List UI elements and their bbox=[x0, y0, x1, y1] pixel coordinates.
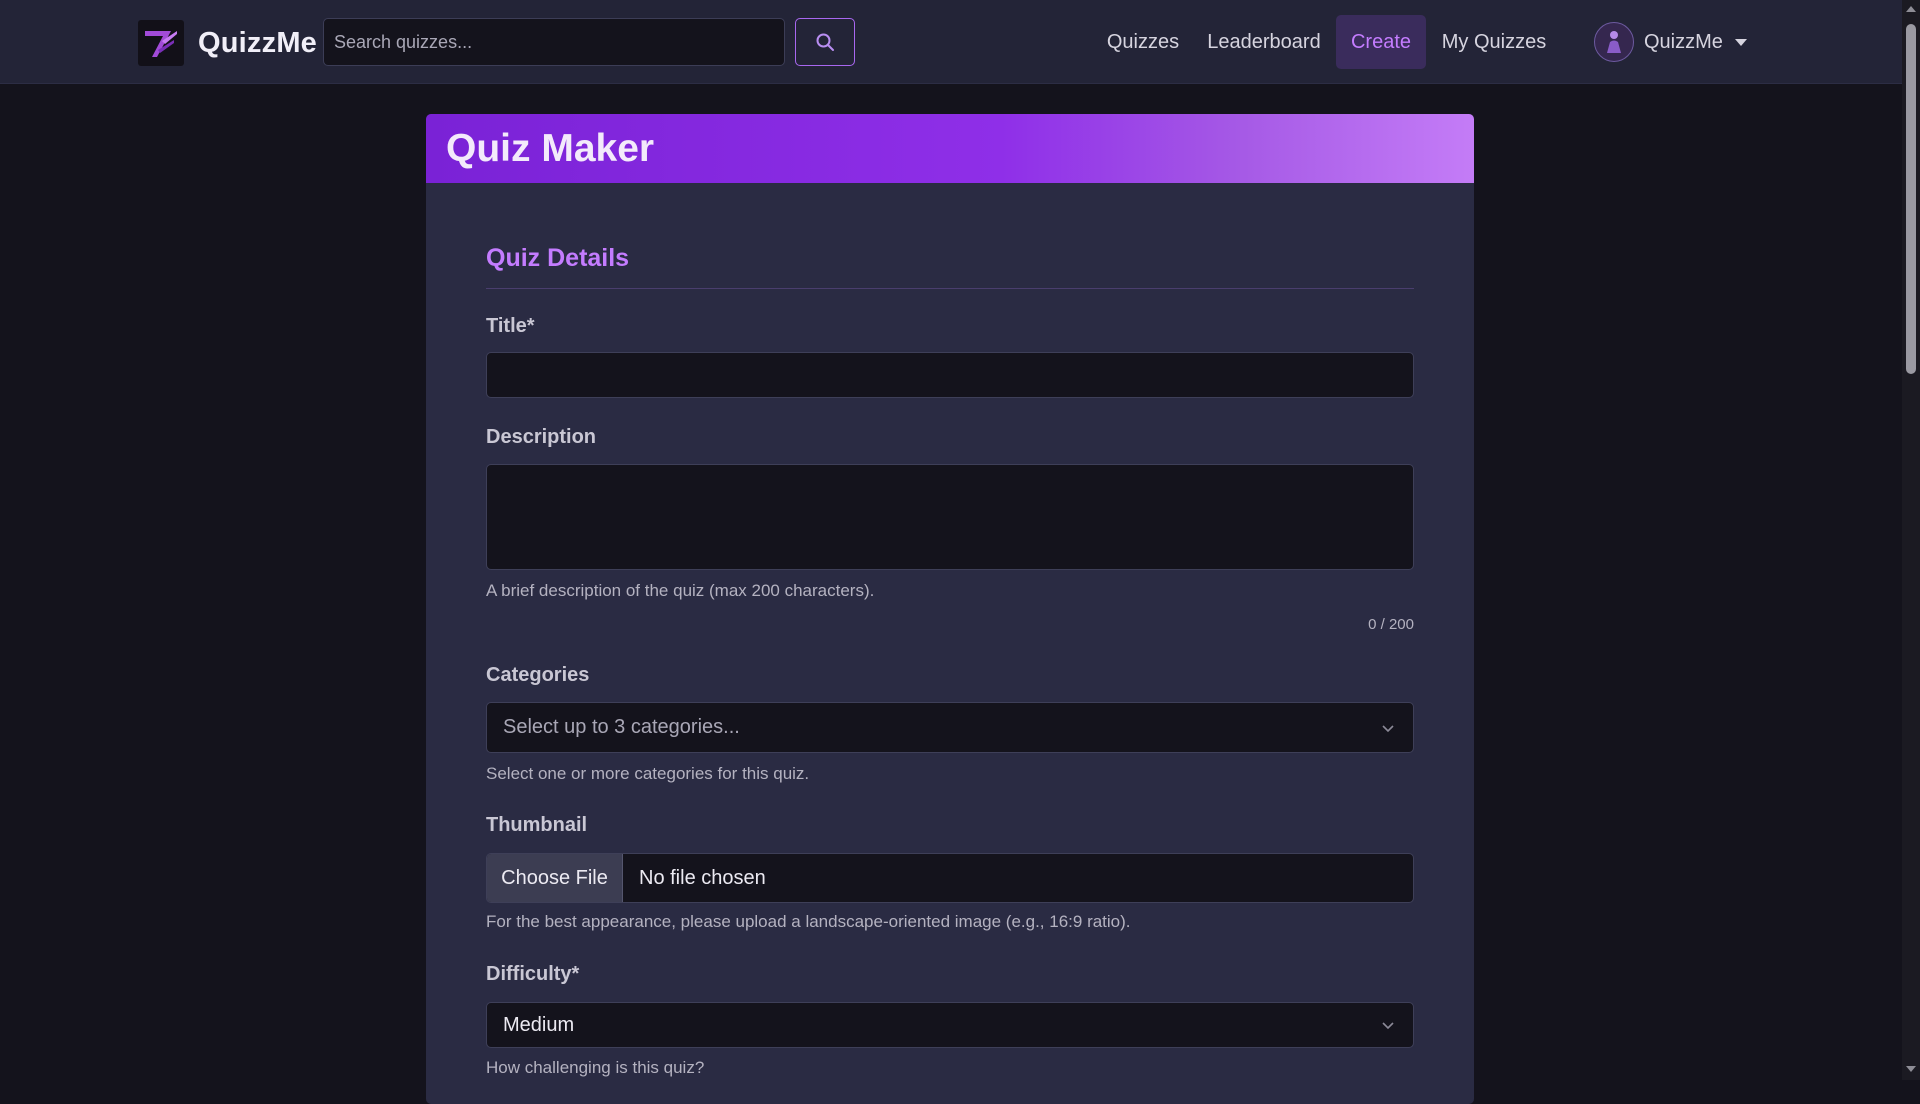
thumbnail-file-input[interactable]: Choose File No file chosen bbox=[486, 853, 1414, 903]
categories-select[interactable]: Select up to 3 categories... bbox=[486, 702, 1414, 753]
quizzme-logo-icon bbox=[138, 20, 184, 66]
choose-file-button[interactable]: Choose File bbox=[487, 854, 623, 902]
section-divider bbox=[486, 288, 1414, 289]
description-label: Description bbox=[486, 426, 597, 448]
thumbnail-label: Thumbnail bbox=[486, 814, 588, 836]
title-label: Title* bbox=[486, 315, 535, 337]
difficulty-hint: How challenging is this quiz? bbox=[486, 1058, 705, 1077]
categories-hint: Select one or more categories for this q… bbox=[486, 764, 810, 783]
nav-link-quizzes[interactable]: Quizzes bbox=[1098, 15, 1188, 69]
search-input[interactable] bbox=[323, 18, 785, 66]
user-avatar-icon bbox=[1594, 22, 1634, 62]
description-hint: A brief description of the quiz (max 200… bbox=[486, 581, 875, 600]
file-status: No file chosen bbox=[639, 866, 766, 889]
user-name: QuizzMe bbox=[1644, 30, 1723, 53]
categories-placeholder: Select up to 3 categories... bbox=[503, 716, 740, 738]
caret-down-icon bbox=[1734, 38, 1747, 46]
section-title-quiz-details: Quiz Details bbox=[486, 244, 630, 272]
chevron-down-icon bbox=[1382, 724, 1394, 732]
nav-link-my-quizzes[interactable]: My Quizzes bbox=[1436, 15, 1552, 69]
nav-link-create[interactable]: Create bbox=[1336, 15, 1426, 69]
description-char-counter: 0 / 200 bbox=[1368, 616, 1414, 633]
brand[interactable]: QuizzMe bbox=[138, 20, 317, 66]
scroll-up-arrow-icon[interactable] bbox=[1906, 6, 1916, 12]
title-input[interactable] bbox=[486, 352, 1414, 398]
card-header: Quiz Maker bbox=[426, 114, 1474, 183]
chevron-down-icon bbox=[1382, 1022, 1394, 1030]
difficulty-value: Medium bbox=[503, 1013, 575, 1036]
search-icon bbox=[816, 33, 834, 51]
quiz-maker-card: Quiz Maker Quiz Details Title* Descripti… bbox=[426, 114, 1474, 1104]
brand-name: QuizzMe bbox=[198, 26, 318, 59]
top-navbar: QuizzMe Quizzes Leaderboard Create My Qu… bbox=[0, 0, 1902, 84]
page-title: Quiz Maker bbox=[446, 126, 655, 170]
search-button[interactable] bbox=[795, 18, 855, 66]
nav-link-leaderboard[interactable]: Leaderboard bbox=[1202, 15, 1326, 69]
page-scrollbar[interactable] bbox=[1902, 0, 1920, 1080]
user-menu[interactable]: QuizzMe bbox=[1594, 22, 1747, 62]
categories-label: Categories bbox=[486, 664, 590, 686]
difficulty-select[interactable]: Medium bbox=[486, 1002, 1414, 1048]
description-textarea[interactable] bbox=[486, 464, 1414, 570]
difficulty-label: Difficulty* bbox=[486, 963, 580, 985]
scrollbar-thumb[interactable] bbox=[1906, 24, 1916, 374]
thumbnail-hint: For the best appearance, please upload a… bbox=[486, 912, 1131, 931]
scroll-down-arrow-icon[interactable] bbox=[1906, 1066, 1916, 1072]
